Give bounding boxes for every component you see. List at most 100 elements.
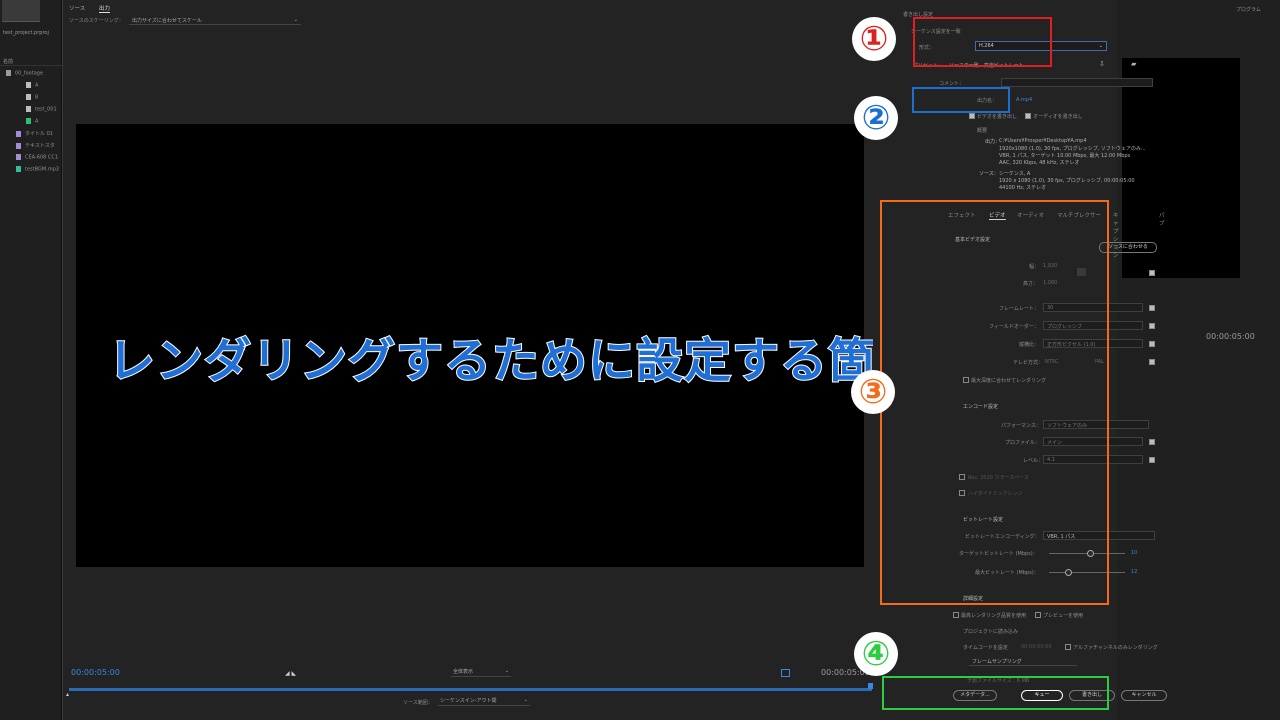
source-range-value: シーケンスイン-アウト間 <box>440 698 497 704</box>
project-item-label: テキストスタ <box>25 143 55 149</box>
project-item[interactable]: A <box>0 82 62 93</box>
chevron-down-icon: ⌄ <box>1098 43 1103 49</box>
file-icon <box>26 94 31 100</box>
crop-icon[interactable] <box>781 669 790 677</box>
max-bitrate-value[interactable]: 12 <box>1131 569 1137 575</box>
project-thumbnail <box>2 0 40 22</box>
background-panel-label: プログラム <box>1236 7 1261 13</box>
source-range-label: ソース範囲： <box>403 700 433 706</box>
level-checkbox[interactable] <box>1149 457 1155 463</box>
target-bitrate-value[interactable]: 10 <box>1131 550 1137 556</box>
file-icon <box>26 82 31 88</box>
summary-title: 概要 <box>977 128 988 134</box>
use-preview-checkbox[interactable] <box>1035 612 1041 618</box>
summary-source-line-3: 44100 Hz, ステレオ <box>999 185 1047 191</box>
max-render-checkbox[interactable] <box>953 612 959 618</box>
width-checkbox[interactable] <box>1149 270 1155 276</box>
import-preset-icon[interactable]: ▰ <box>1131 60 1136 68</box>
annotation-box-format <box>913 17 1052 67</box>
file-icon <box>26 106 31 112</box>
chevron-down-icon: ⌄ <box>504 668 509 674</box>
project-item[interactable]: B <box>0 94 62 105</box>
summary-output-line-1: C:¥Users¥Prosper¥Desktop¥A.mp4 <box>999 138 1087 144</box>
current-timecode[interactable]: 00:00:05:00 <box>71 668 120 677</box>
project-item-label: B <box>35 94 39 101</box>
framerate-checkbox[interactable] <box>1149 305 1155 311</box>
cancel-button[interactable]: キャンセル <box>1121 690 1167 701</box>
timecode-value[interactable]: 00:00:00:00 <box>1021 644 1052 650</box>
tab-publish[interactable]: パブ <box>1159 211 1165 227</box>
playback-timeline[interactable] <box>69 688 872 691</box>
summary-output-line-4: AAC, 320 Kbps, 48 kHz, ステレオ <box>999 160 1080 166</box>
chevron-down-icon: ⌄ <box>523 697 528 703</box>
import-project-label[interactable]: プロジェクトに読み込み <box>963 628 1018 635</box>
use-preview-label: プレビューを使用 <box>1043 613 1084 619</box>
project-item-label: A <box>35 82 39 89</box>
project-item-label: test_001 <box>35 106 57 113</box>
project-item-label: タイトル 01 <box>25 131 53 137</box>
project-item[interactable]: 00_footage <box>0 70 62 81</box>
tab-source[interactable]: ソース <box>69 4 85 12</box>
tab-output[interactable]: 出力 <box>99 4 111 13</box>
marker-one: ① <box>852 17 896 61</box>
max-render-label: 最高レンダリング品質を使用 <box>961 613 1027 619</box>
interpolation-dropdown[interactable]: フレームサンプリング <box>969 657 1077 666</box>
project-panel: test_project.prproj 名前 00_footage A Btest_… <box>0 0 62 720</box>
file-icon <box>16 154 21 160</box>
summary-source-line-1: シーケンス, A <box>999 171 1031 177</box>
summary-source-label: ソース： <box>979 171 999 177</box>
project-item[interactable]: test_001 <box>0 106 62 117</box>
project-item-label: A <box>35 118 39 125</box>
project-item[interactable]: CEA-608 CC1 <box>0 154 62 165</box>
project-item[interactable]: A <box>0 118 62 129</box>
background-timecode: 00:00:05:00 <box>1206 332 1255 341</box>
export-video-checkbox[interactable] <box>969 113 975 119</box>
fit-dropdown[interactable]: 全体表示 ⌄ <box>451 668 511 677</box>
file-icon <box>16 166 21 172</box>
field-order-checkbox[interactable] <box>1149 323 1155 329</box>
marker-four: ④ <box>854 632 898 676</box>
marker-three: ③ <box>851 370 895 414</box>
set-in-icon[interactable]: ◢ ◣ <box>285 670 296 677</box>
source-range-dropdown[interactable]: シーケンスイン-アウト間 ⌄ <box>438 697 530 706</box>
file-icon <box>16 142 21 149</box>
chevron-down-icon: ⌄ <box>293 17 298 23</box>
comment-label: コメント： <box>939 81 965 87</box>
project-item[interactable]: testBGM.mp3 <box>0 166 62 177</box>
fit-value: 全体表示 <box>453 669 474 675</box>
file-icon <box>26 118 31 124</box>
project-item[interactable]: タイトル 01 <box>0 130 62 141</box>
source-scaling-label: ソースのスケーリング： <box>69 18 124 24</box>
export-audio-checkbox[interactable] <box>1025 113 1031 119</box>
aspect-checkbox[interactable] <box>1149 341 1155 347</box>
tv-standard-checkbox[interactable] <box>1149 359 1155 365</box>
folder-icon <box>6 70 11 76</box>
profile-checkbox[interactable] <box>1149 439 1155 445</box>
export-audio-label: オーディオを書き出し <box>1033 114 1083 120</box>
project-file-name: test_project.prproj <box>3 30 49 36</box>
summary-output-line-3: VBR, 1 パス, ターゲット 10.00 Mbps, 最大 12.00 Mb… <box>999 153 1131 159</box>
output-name-link[interactable]: A.mp4 <box>1016 97 1032 103</box>
comment-field[interactable] <box>1001 78 1153 87</box>
export-video-label: ビデオを書き出し <box>977 114 1018 120</box>
alpha-only-label: アルファチャンネルのみレンダリング <box>1073 645 1158 651</box>
annotation-box-output-name <box>912 87 1010 113</box>
overlay-caption: レンダリングするために設定する箇所 <box>107 333 924 390</box>
summary-output-line-2: 1920x1080 (1.0), 30 fps, プログレッシブ, ソフトウェア… <box>999 146 1146 152</box>
save-preset-icon[interactable]: ⇩ <box>1099 60 1105 68</box>
project-column-header[interactable]: 名前 <box>0 58 62 66</box>
project-item-label: testBGM.mp3 <box>25 166 59 173</box>
project-item-label: CEA-608 CC1 <box>25 154 59 161</box>
preview-tabs: ソース 出力 <box>63 0 873 13</box>
in-point-marker[interactable]: ▴ <box>66 691 69 698</box>
summary-output-label: 出力： <box>985 139 1001 145</box>
project-item-label: 00_footage <box>15 70 44 77</box>
source-scaling-dropdown[interactable]: 出力サイズに合わせてスケール ⌄ <box>129 15 301 25</box>
annotation-box-video-settings <box>880 200 1109 605</box>
set-timecode-label[interactable]: タイムコードを設定 <box>963 644 1008 651</box>
project-item[interactable]: テキストスタ <box>0 142 62 153</box>
source-scaling-value: 出力サイズに合わせてスケール <box>132 18 202 24</box>
marker-two: ② <box>854 96 898 140</box>
summary-source-line-2: 1920 x 1080 (1.0), 30 fps, プログレッシブ, 00:0… <box>999 178 1135 184</box>
alpha-only-checkbox[interactable] <box>1065 644 1071 650</box>
